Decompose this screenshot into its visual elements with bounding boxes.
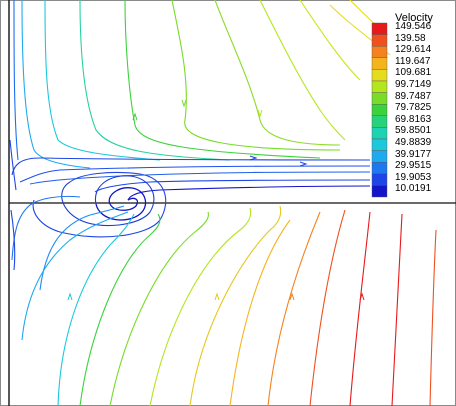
legend-level-label: 29.9515 — [395, 160, 432, 172]
arrow — [67, 292, 73, 301]
streamline — [149, 207, 252, 406]
streamline — [229, 219, 291, 406]
streamline — [10, 209, 16, 271]
streamline — [79, 213, 161, 406]
streamline-plot: Velocity 149.546 139.58 129.614 119.647 109.… — [0, 0, 456, 406]
arrow — [181, 99, 187, 108]
streamline — [29, 171, 371, 185]
streamline — [189, 205, 282, 406]
legend-swatch — [371, 69, 388, 82]
legend-level-label: 99.7149 — [395, 79, 432, 90]
legend-level-label: 79.7825 — [395, 102, 432, 114]
streamline — [9, 139, 17, 191]
arrow — [299, 161, 308, 167]
legend-swatch — [371, 150, 388, 163]
legend-swatch — [371, 92, 388, 105]
legend-level-label: 19.9053 — [395, 171, 432, 183]
legend-swatch — [371, 173, 388, 186]
legend-swatch — [371, 57, 388, 70]
legend-level-label: 129.614 — [395, 44, 432, 56]
legend-level-label: 89.7487 — [395, 90, 432, 102]
legend-swatch — [371, 185, 388, 198]
streamline — [214, 0, 341, 146]
streamline — [124, 0, 321, 159]
legend-level-label: 69.8163 — [395, 113, 432, 125]
streamline — [109, 211, 209, 406]
streamline — [391, 213, 403, 406]
streamline — [299, 0, 361, 81]
legend-level-label: 49.8839 — [395, 137, 432, 148]
legend-level-label: 109.681 — [395, 67, 432, 79]
streamline — [44, 0, 161, 161]
legend-swatch — [371, 46, 388, 59]
streamline — [57, 213, 135, 406]
streamline — [259, 0, 346, 141]
streamline — [349, 211, 371, 406]
legend-swatch — [371, 161, 388, 174]
legend-swatch — [371, 138, 388, 151]
streamline — [21, 211, 129, 341]
legend-level-label: 39.9177 — [395, 148, 432, 160]
arrow — [214, 292, 220, 301]
legend-level-label: 139.58 — [395, 32, 426, 44]
streamline — [309, 209, 346, 406]
streamline — [267, 211, 321, 406]
legend-swatch — [371, 127, 388, 140]
legend-level-label: 10.0191 — [395, 183, 432, 195]
legend-swatch — [371, 22, 388, 35]
legend-swatch — [371, 103, 388, 116]
streamline — [11, 195, 81, 261]
streamline — [13, 0, 19, 161]
streamline — [429, 229, 437, 406]
legend-swatch — [371, 34, 388, 47]
streamline-canvas — [0, 0, 456, 406]
legend-swatch — [371, 80, 388, 93]
legend-level-label: 119.647 — [395, 55, 431, 67]
arrowheads — [67, 99, 365, 301]
legend-level-label: 149.546 — [395, 21, 432, 32]
legend-swatch — [371, 115, 388, 128]
legend-level-label: 59.8501 — [395, 125, 432, 137]
streamline — [79, 0, 231, 161]
legend-colorbar — [371, 22, 388, 198]
